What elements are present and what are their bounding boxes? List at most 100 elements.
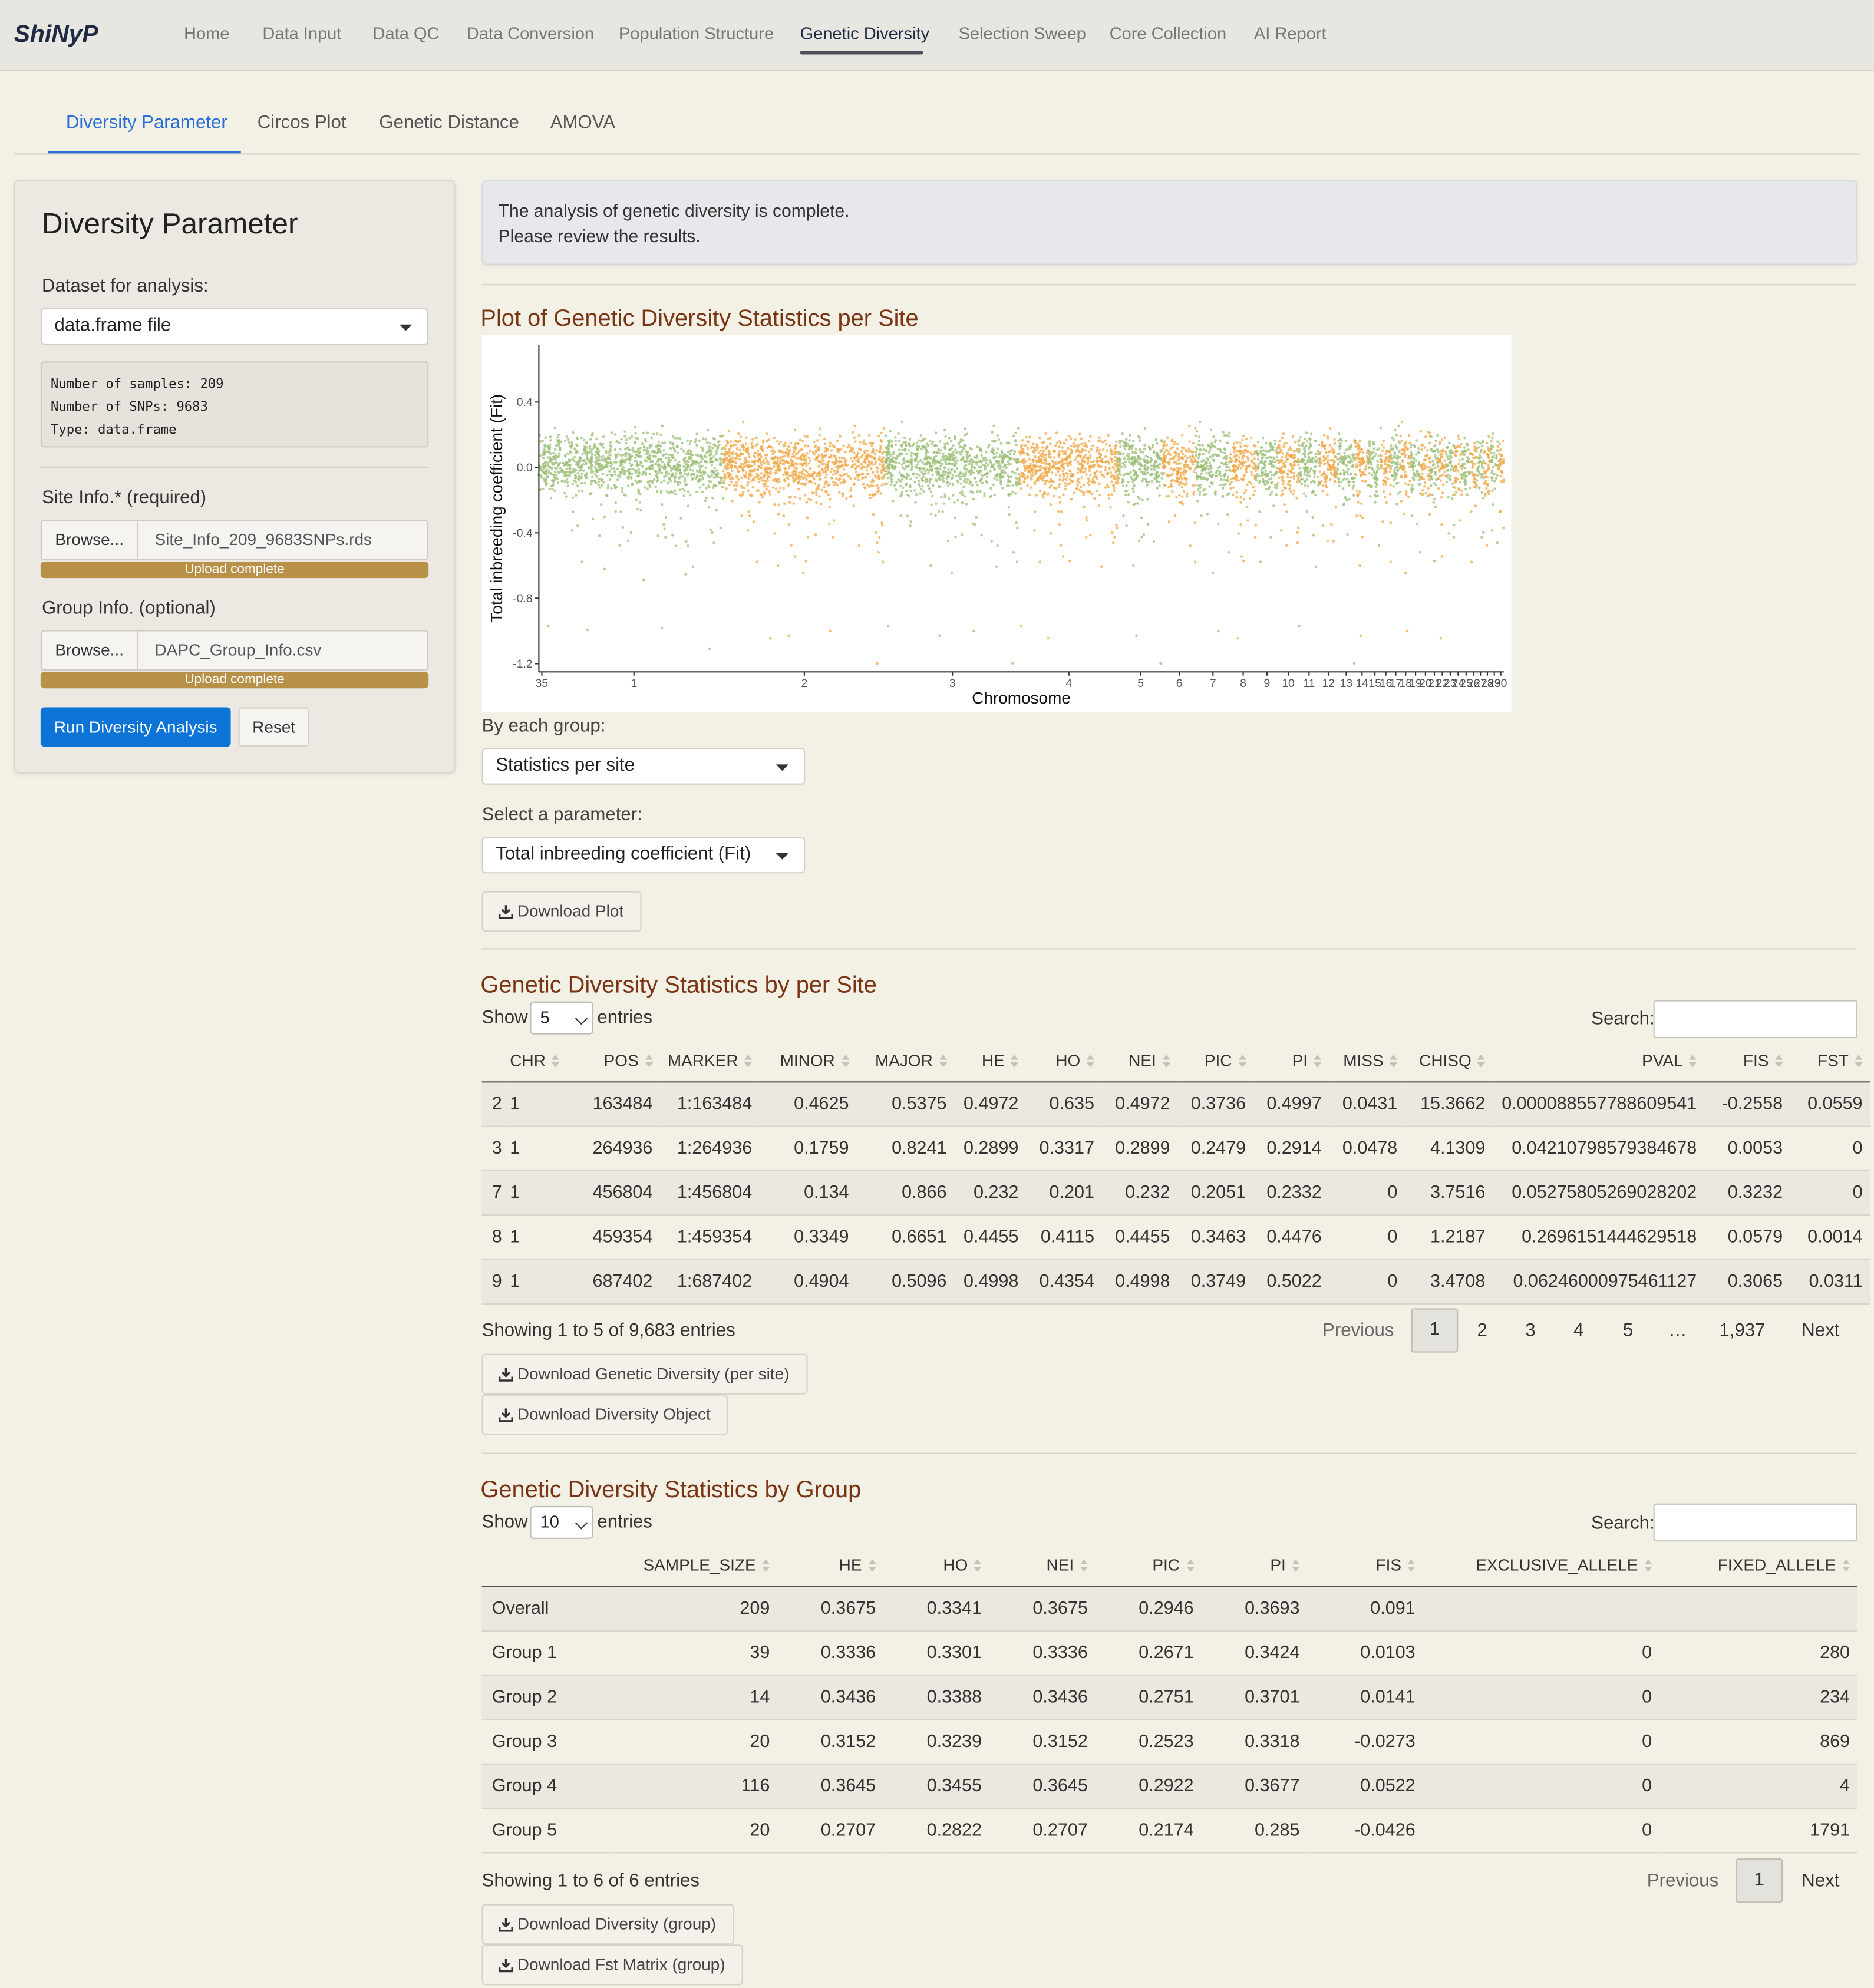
data-point — [874, 531, 877, 534]
data-point — [838, 456, 841, 459]
data-point — [999, 442, 1003, 445]
data-point — [754, 444, 758, 447]
nav-data-conversion[interactable]: Data Conversion — [467, 24, 594, 43]
data-point — [805, 478, 808, 481]
data-point — [1325, 478, 1328, 481]
data-point — [805, 501, 809, 504]
data-point — [783, 466, 786, 470]
data-point — [598, 486, 601, 489]
data-point — [982, 463, 985, 467]
data-point — [605, 451, 608, 454]
data-point — [1339, 442, 1342, 445]
data-point — [900, 448, 904, 452]
data-point — [1062, 473, 1065, 476]
nav-population-structure[interactable]: Population Structure — [619, 24, 774, 43]
data-point — [586, 628, 589, 632]
data-point — [1245, 468, 1248, 471]
data-point — [995, 565, 998, 568]
data-point — [1398, 450, 1401, 453]
data-point — [1393, 461, 1397, 464]
data-point — [971, 465, 974, 468]
data-point — [823, 455, 826, 458]
data-point — [1281, 456, 1284, 459]
tab-circos-plot[interactable]: Circos Plot — [258, 113, 347, 133]
data-point — [606, 484, 610, 487]
data-point — [1181, 503, 1185, 506]
data-point — [1088, 480, 1091, 483]
data-point — [1141, 479, 1144, 483]
data-point — [1015, 458, 1018, 461]
data-point — [806, 435, 809, 438]
nav-data-input[interactable]: Data Input — [262, 24, 341, 43]
nav-home[interactable]: Home — [184, 24, 229, 43]
data-point — [863, 465, 866, 469]
data-point — [651, 450, 654, 453]
data-point — [1109, 475, 1113, 479]
data-point — [825, 473, 828, 476]
data-point — [1394, 477, 1397, 480]
data-point — [827, 493, 830, 496]
data-point — [1246, 506, 1249, 508]
data-point — [1397, 440, 1401, 443]
data-point — [760, 446, 763, 449]
data-point — [1265, 442, 1268, 445]
data-point — [637, 472, 640, 475]
data-point — [1311, 456, 1314, 460]
data-point — [930, 503, 933, 506]
data-point — [1352, 480, 1355, 484]
data-point — [876, 484, 879, 487]
reset-button[interactable]: Reset — [238, 707, 309, 747]
data-point — [1108, 444, 1111, 447]
data-point — [711, 470, 714, 474]
data-point — [1283, 442, 1286, 445]
data-point — [549, 435, 552, 438]
data-point — [1181, 495, 1184, 498]
nav-genetic-diversity[interactable]: Genetic Diversity — [800, 24, 930, 43]
data-point — [822, 471, 825, 474]
data-point — [799, 456, 803, 460]
data-point — [1389, 560, 1393, 563]
data-point — [885, 446, 887, 449]
data-point — [990, 450, 993, 453]
data-point — [1384, 496, 1387, 499]
data-point — [635, 454, 638, 457]
tab-diversity-parameter[interactable]: Diversity Parameter — [66, 113, 227, 133]
data-point — [847, 444, 850, 447]
nav-selection-sweep[interactable]: Selection Sweep — [959, 24, 1086, 43]
data-point — [1120, 481, 1124, 484]
run-diversity-button[interactable]: Run Diversity Analysis — [40, 707, 231, 747]
data-point — [768, 493, 772, 496]
data-point — [565, 495, 568, 498]
data-point — [984, 457, 987, 460]
group-browse-button[interactable]: Browse... — [40, 630, 138, 671]
data-point — [983, 494, 986, 497]
data-point — [1245, 488, 1248, 492]
data-point — [1125, 484, 1128, 487]
tab-amova[interactable]: AMOVA — [550, 113, 615, 133]
tab-genetic-distance[interactable]: Genetic Distance — [379, 113, 519, 133]
data-point — [926, 462, 930, 465]
data-point — [793, 450, 796, 453]
data-point — [1368, 444, 1371, 447]
data-point — [1179, 467, 1182, 470]
data-point — [1346, 473, 1350, 475]
data-point — [1358, 461, 1362, 464]
data-point — [910, 468, 913, 471]
data-point — [552, 451, 555, 455]
nav-ai-report[interactable]: AI Report — [1254, 24, 1327, 43]
data-point — [1041, 453, 1044, 455]
data-point — [730, 444, 733, 447]
data-point — [1022, 464, 1026, 467]
data-point — [1124, 493, 1127, 497]
data-point — [560, 480, 564, 483]
data-point — [1028, 458, 1031, 461]
data-point — [1176, 447, 1179, 450]
data-point — [663, 527, 666, 531]
app-brand[interactable]: ShiNyP — [14, 22, 98, 49]
site-browse-button[interactable]: Browse... — [40, 520, 138, 560]
data-point — [926, 484, 930, 487]
dataset-select[interactable]: data.frame file — [40, 308, 429, 345]
nav-data-qc[interactable]: Data QC — [373, 24, 440, 43]
data-point — [1320, 441, 1324, 444]
nav-core-collection[interactable]: Core Collection — [1110, 24, 1227, 43]
